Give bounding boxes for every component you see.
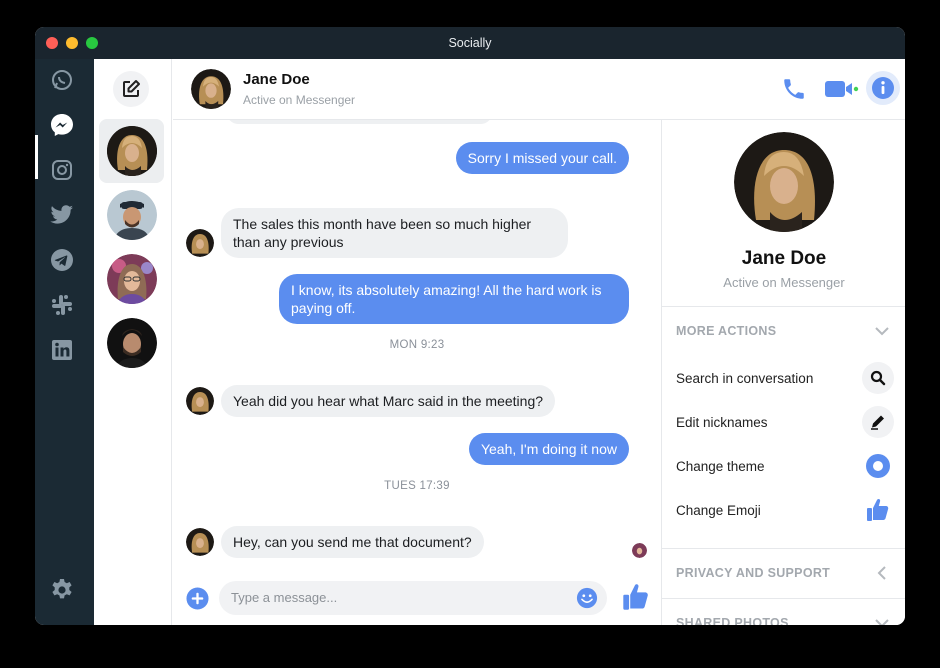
divider: [662, 598, 905, 599]
contact-name: Jane Doe: [243, 71, 310, 88]
message-bubble-outgoing: I know, its absolutely amazing! All the …: [279, 274, 629, 324]
chevron-down-icon[interactable]: [874, 616, 890, 625]
sender-avatar: [186, 528, 214, 556]
message-bubble-incoming: Yeah did you hear what Marc said in the …: [221, 385, 556, 417]
message-thread: Sorry I missed your call. The sales this…: [173, 120, 661, 625]
twitter-icon[interactable]: [49, 202, 75, 228]
conversation-list: [94, 59, 172, 625]
settings-gear-icon[interactable]: [49, 577, 75, 603]
conversation-item[interactable]: [99, 183, 164, 247]
video-call-icon[interactable]: [825, 79, 859, 104]
info-icon: [872, 77, 894, 99]
profile-status: Active on Messenger: [723, 275, 845, 290]
timestamp: MON 9:23: [389, 339, 445, 351]
divider: [662, 306, 905, 307]
window-title: Socially: [448, 36, 492, 50]
profile-name: Jane Doe: [741, 248, 827, 269]
read-receipt-avatar: [632, 543, 647, 558]
messenger-icon[interactable]: [49, 112, 75, 138]
title-bar: Socially: [35, 27, 905, 59]
app-window: Socially Jane Doe Active on Messenger So…: [35, 27, 905, 625]
edit-nicknames-label[interactable]: Edit nicknames: [676, 415, 768, 430]
search-in-conversation-label[interactable]: Search in conversation: [676, 371, 813, 386]
message-composer: Type a message...: [173, 571, 661, 625]
app-sidebar: [35, 59, 94, 625]
whatsapp-icon[interactable]: [49, 67, 75, 93]
message-bubble-partial: [227, 120, 492, 124]
message-bubble-incoming: Hey, can you send me that document?: [221, 526, 484, 558]
privacy-support-header[interactable]: PRIVACY AND SUPPORT: [676, 566, 830, 580]
message-bubble-outgoing: Sorry I missed your call.: [455, 142, 629, 174]
avatar: [106, 126, 157, 176]
divider: [662, 548, 905, 549]
contact-avatar[interactable]: [191, 69, 231, 109]
add-attachment-icon[interactable]: [186, 587, 209, 615]
active-app-indicator: [35, 135, 38, 179]
new-message-button[interactable]: [113, 71, 149, 107]
conversation-item-jane-doe[interactable]: [99, 119, 164, 183]
contact-status: Active on Messenger: [243, 93, 356, 107]
shared-photos-header[interactable]: SHARED PHOTOS: [676, 616, 789, 625]
minimize-window-button[interactable]: [66, 37, 78, 49]
message-input[interactable]: Type a message...: [219, 581, 607, 615]
theme-icon[interactable]: [866, 454, 890, 483]
thumbs-up-send-icon[interactable]: [622, 582, 650, 617]
conversation-info-panel: Jane Doe Active on Messenger MORE ACTION…: [661, 120, 905, 625]
avatar: [106, 254, 157, 304]
instagram-icon[interactable]: [49, 157, 75, 183]
compose-icon: [123, 80, 140, 97]
emoji-icon[interactable]: [576, 587, 598, 614]
telegram-icon[interactable]: [49, 247, 75, 273]
phone-call-icon[interactable]: [781, 76, 807, 107]
message-bubble-incoming: The sales this month have been so much h…: [221, 208, 568, 258]
change-emoji-label[interactable]: Change Emoji: [676, 503, 761, 518]
conversation-item[interactable]: [99, 311, 164, 375]
conversation-item[interactable]: [99, 247, 164, 311]
timestamp: TUES 17:39: [384, 480, 450, 492]
thumbs-up-icon[interactable]: [866, 497, 890, 528]
chevron-down-icon[interactable]: [874, 324, 890, 342]
more-actions-header[interactable]: MORE ACTIONS: [676, 324, 776, 338]
pencil-icon[interactable]: [862, 406, 894, 438]
profile-avatar[interactable]: [734, 132, 834, 232]
chat-header: Jane Doe Active on Messenger: [173, 59, 905, 120]
avatar: [106, 318, 157, 368]
sender-avatar: [186, 387, 214, 415]
message-bubble-outgoing: Yeah, I'm doing it now: [468, 433, 629, 465]
linkedin-icon[interactable]: [49, 337, 75, 363]
avatar: [106, 190, 157, 240]
close-window-button[interactable]: [46, 37, 58, 49]
sender-avatar: [186, 229, 214, 257]
chevron-left-icon[interactable]: [877, 566, 887, 585]
change-theme-label[interactable]: Change theme: [676, 459, 765, 474]
slack-icon[interactable]: [49, 292, 75, 318]
maximize-window-button[interactable]: [86, 37, 98, 49]
info-button[interactable]: [866, 71, 900, 105]
search-icon[interactable]: [862, 362, 894, 394]
